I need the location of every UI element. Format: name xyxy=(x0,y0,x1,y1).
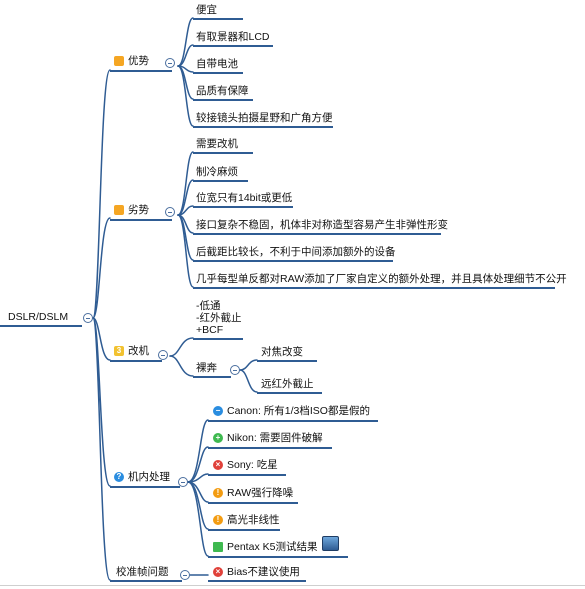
modification-item-filters[interactable]: -低通 -红外截止 +BCF xyxy=(196,300,242,336)
branch-disadvantages-collapse-toggle[interactable] xyxy=(165,207,175,217)
image-attachment-icon[interactable] xyxy=(322,536,339,551)
branch-advantages-underline xyxy=(110,70,172,72)
branch-in-camera-processing-collapse-toggle[interactable] xyxy=(178,477,188,487)
branch-advantages-collapse-toggle[interactable] xyxy=(165,58,175,68)
x-circle-icon: × xyxy=(213,567,223,577)
root-underline xyxy=(0,325,82,327)
processing-item-nikon[interactable]: Nikon: 需要固件破解 xyxy=(227,432,323,445)
branch-modification-underline xyxy=(110,360,162,362)
branch-advantages[interactable]: 优势 xyxy=(128,55,149,68)
pencil-icon xyxy=(213,542,223,552)
x-circle-icon: × xyxy=(213,460,223,470)
advantage-item[interactable]: 有取景器和LCD xyxy=(196,31,270,44)
advantage-item[interactable]: 品质有保障 xyxy=(196,85,249,98)
branch-calibration-frames[interactable]: 校准帧问题 xyxy=(116,566,169,579)
disadvantage-item[interactable]: 接口复杂不稳固，机体非对称造型容易产生非弹性形变 xyxy=(196,219,448,232)
branch-calibration-frames-underline xyxy=(110,580,182,582)
branch-modification[interactable]: 改机 xyxy=(128,345,149,358)
naked-collapse-toggle[interactable] xyxy=(230,365,240,375)
processing-item-pentax[interactable]: Pentax K5测试结果 xyxy=(227,541,317,554)
branch-modification-collapse-toggle[interactable] xyxy=(158,350,168,360)
naked-item[interactable]: 远红外截止 xyxy=(261,378,314,391)
branch-disadvantages-underline xyxy=(110,219,172,221)
disadvantage-item[interactable]: 需要改机 xyxy=(196,138,238,151)
processing-item-raw-noise[interactable]: RAW强行降噪 xyxy=(227,487,293,500)
advantage-item[interactable]: 便宜 xyxy=(196,4,217,17)
processing-item-sony[interactable]: Sony: 吃星 xyxy=(227,459,278,472)
modification-item-naked[interactable]: 裸奔 xyxy=(196,362,217,375)
naked-item[interactable]: 对焦改变 xyxy=(261,346,303,359)
canvas-bottom-border xyxy=(0,585,585,586)
disadvantage-item[interactable]: 制冷麻烦 xyxy=(196,166,238,179)
branch-calibration-frames-collapse-toggle[interactable] xyxy=(180,570,190,580)
advantage-item[interactable]: 较接镜头拍摄星野和广角方便 xyxy=(196,112,333,125)
number-3-badge-icon: 3 xyxy=(114,346,124,356)
exclamation-circle-icon: ! xyxy=(213,488,223,498)
branch-disadvantages[interactable]: 劣势 xyxy=(128,204,149,217)
question-circle-icon: ? xyxy=(114,472,124,482)
orange-folder-icon xyxy=(114,205,124,215)
root-collapse-toggle[interactable] xyxy=(83,313,93,323)
branch-in-camera-processing-underline xyxy=(110,486,180,488)
minus-circle-icon: − xyxy=(213,406,223,416)
orange-folder-icon xyxy=(114,56,124,66)
disadvantage-item[interactable]: 几乎每型单反都对RAW添加了厂家自定义的额外处理，并且具体处理细节不公开 xyxy=(196,273,567,286)
mindmap-connectors xyxy=(92,17,258,581)
exclamation-circle-icon: ! xyxy=(213,515,223,525)
disadvantage-item[interactable]: 位宽只有14bit或更低 xyxy=(196,192,292,205)
advantage-item[interactable]: 自带电池 xyxy=(196,58,238,71)
processing-item-canon[interactable]: Canon: 所有1/3档ISO都是假的 xyxy=(227,405,370,418)
calibration-item-bias[interactable]: Bias不建议使用 xyxy=(227,566,300,579)
branch-in-camera-processing[interactable]: 机内处理 xyxy=(128,471,170,484)
processing-item-highlight[interactable]: 高光非线性 xyxy=(227,514,280,527)
plus-circle-icon: + xyxy=(213,433,223,443)
disadvantage-item[interactable]: 后截距比较长，不利于中间添加额外的设备 xyxy=(196,246,396,259)
root-node[interactable]: DSLR/DSLM xyxy=(8,311,68,324)
